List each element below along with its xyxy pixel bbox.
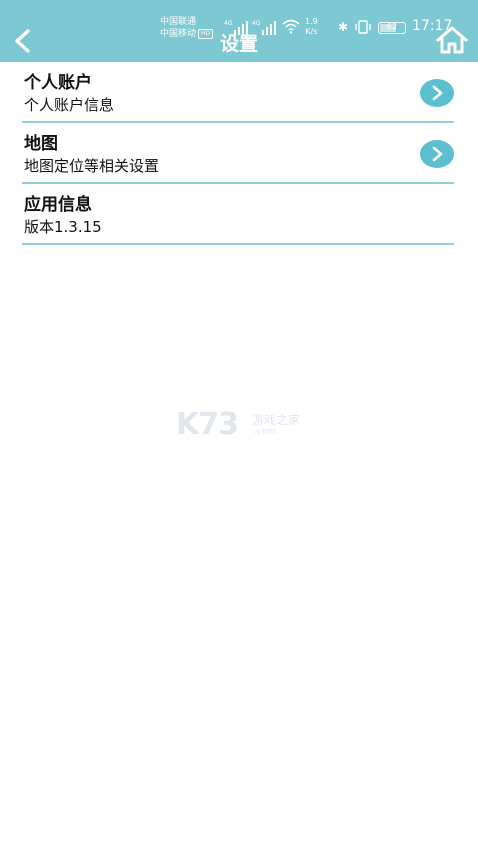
settings-item-map[interactable]: 地图 地图定位等相关设置 [22, 123, 454, 184]
settings-item-title: 地图 [24, 134, 58, 154]
settings-item-app-info[interactable]: 应用信息 版本1.3.15 [22, 184, 454, 245]
svg-text:4G: 4G [252, 20, 261, 27]
settings-item-subtitle: 地图定位等相关设置 [24, 157, 160, 175]
watermark-url: .com [254, 427, 277, 437]
page-title: 设置 [219, 33, 258, 55]
settings-item-title: 应用信息 [24, 195, 92, 215]
settings-item-account[interactable]: 个人账户 个人账户信息 [22, 62, 454, 123]
carrier-1: 中国联通 [160, 17, 197, 27]
home-icon[interactable] [436, 26, 468, 54]
svg-text:4G: 4G [224, 20, 233, 27]
settings-item-subtitle: 个人账户信息 [24, 96, 115, 114]
watermark-text: 游戏之家 [252, 413, 301, 427]
watermark: K73 游戏之家 .com [176, 405, 306, 445]
watermark-logo: K73 [176, 407, 239, 442]
chevron-right-icon[interactable] [420, 79, 454, 107]
settings-item-title: 个人账户 [24, 73, 92, 93]
app-version: 版本1.3.15 [24, 218, 102, 236]
chevron-right-icon[interactable] [420, 140, 454, 168]
settings-list: 个人账户 个人账户信息 地图 地图定位等相关设置 应用信息 版本1.3.15 [22, 62, 454, 245]
app-header: 中国联通 中国移动 HD 4G 4G 1.9 K/s ✱ 62 17:17 设置 [0, 0, 478, 62]
